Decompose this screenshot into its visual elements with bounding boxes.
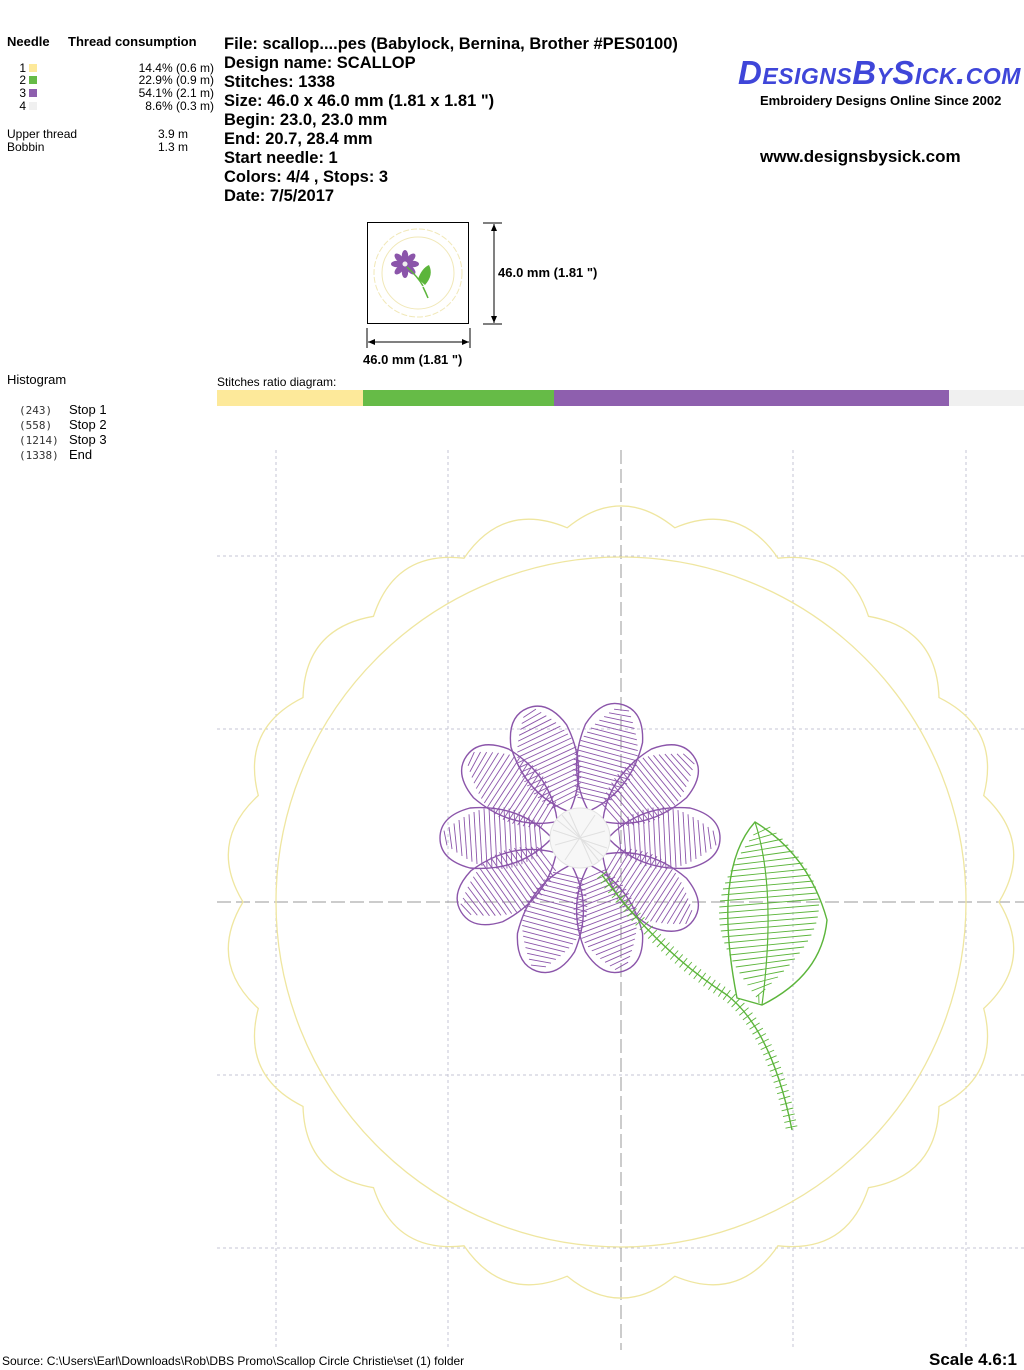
start-needle-line: Start needle: 1 xyxy=(224,149,338,167)
stop-label: Stop 1 xyxy=(69,402,107,417)
design-name-line: Design name: SCALLOP xyxy=(224,54,416,72)
file-line: File: scallop....pes (Babylock, Bernina,… xyxy=(224,35,678,53)
brand-website-link[interactable]: www.designsbysick.com xyxy=(760,147,961,167)
thumbnail-preview xyxy=(373,228,463,318)
color-swatch xyxy=(29,89,37,97)
stop-label: Stop 3 xyxy=(69,432,107,447)
stop-label: End xyxy=(69,447,93,462)
source-path: Source: C:\Users\Earl\Downloads\Rob\DBS … xyxy=(2,1354,465,1368)
width-dimension-label: 46.0 mm (1.81 ") xyxy=(363,352,463,367)
design-info: File: scallop....pes (Babylock, Bernina,… xyxy=(224,35,678,206)
color-swatch xyxy=(29,102,37,110)
design-preview xyxy=(217,450,1024,1350)
width-dimension-arrow xyxy=(366,328,471,348)
stop-count: (1214) xyxy=(19,434,59,447)
upper-thread-value: 3.9 m xyxy=(157,127,188,141)
upper-thread-label: Upper thread xyxy=(7,127,78,141)
histogram-stop-1: (243) Stop 1 xyxy=(19,402,107,417)
end-line: End: 20.7, 28.4 mm xyxy=(224,130,373,148)
stop-count: (1338) xyxy=(19,449,59,462)
stop-count: (243) xyxy=(19,404,53,417)
brand-logo: DesignsBySick.com xyxy=(738,54,1021,91)
color-swatch xyxy=(29,64,37,72)
ratio-segment-4 xyxy=(948,390,1024,406)
design-thumbnail xyxy=(367,222,469,324)
histogram-stop-end: (1338) End xyxy=(19,447,92,462)
stitches-line: Stitches: 1338 xyxy=(224,73,335,91)
histogram-title: Histogram xyxy=(7,372,67,387)
colors-line: Colors: 4/4 , Stops: 3 xyxy=(224,168,389,186)
bobbin-label: Bobbin xyxy=(7,140,45,154)
height-dimension-label: 46.0 mm (1.81 ") xyxy=(498,265,598,280)
scale-label: Scale 4.6:1 xyxy=(929,1350,1017,1369)
histogram-stop-2: (558) Stop 2 xyxy=(19,417,107,432)
needle-number: 4 xyxy=(19,99,26,113)
histogram-stop-3: (1214) Stop 3 xyxy=(19,432,107,447)
size-line: Size: 46.0 x 46.0 mm (1.81 x 1.81 ") xyxy=(224,92,495,110)
color-swatch xyxy=(29,76,37,84)
stop-count: (558) xyxy=(19,419,53,432)
needle-consumption: 8.6% (0.3 m) xyxy=(145,99,214,113)
stitches-ratio-label: Stitches ratio diagram: xyxy=(217,375,337,389)
ratio-segment-2 xyxy=(363,390,554,406)
brand-tagline: Embroidery Designs Online Since 2002 xyxy=(760,93,1002,108)
bobbin-value: 1.3 m xyxy=(157,140,188,154)
stop-label: Stop 2 xyxy=(69,417,107,432)
stitches-ratio-bar xyxy=(217,390,1024,406)
ratio-segment-3 xyxy=(553,390,949,406)
thread-consumption-header: Thread consumption xyxy=(68,34,197,49)
begin-line: Begin: 23.0, 23.0 mm xyxy=(224,111,388,129)
date-line: Date: 7/5/2017 xyxy=(224,187,335,205)
petal xyxy=(516,863,588,974)
flower-center xyxy=(549,807,611,869)
ratio-segment-1 xyxy=(217,390,364,406)
flower-leaf xyxy=(718,821,828,1006)
needle-header: Needle xyxy=(7,34,50,49)
